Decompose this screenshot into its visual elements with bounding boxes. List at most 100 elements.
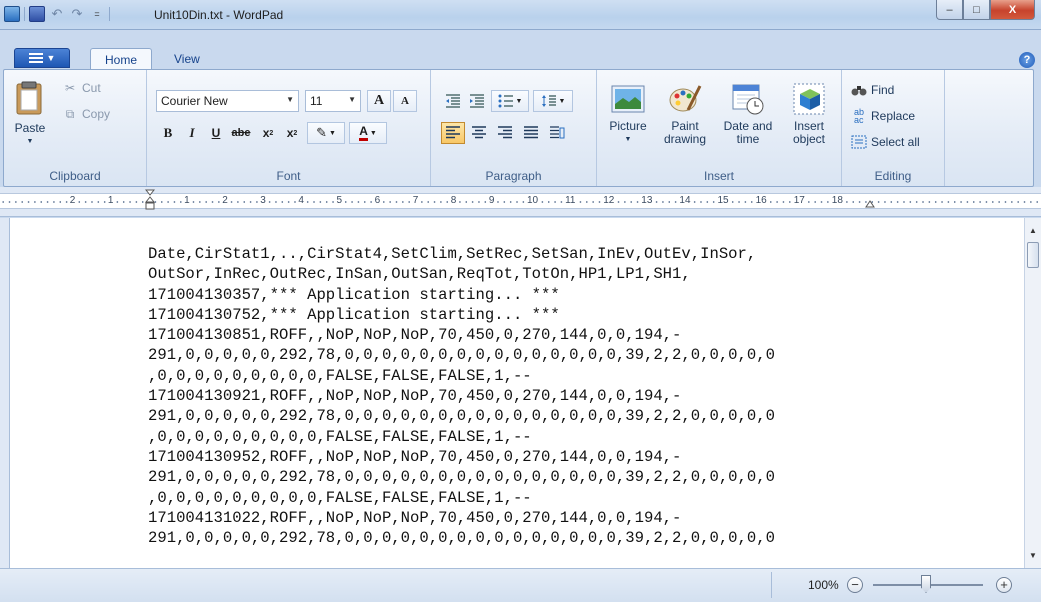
tab-view[interactable]: View — [160, 48, 214, 70]
ruler-number: 2 — [221, 194, 229, 208]
document-line[interactable]: 171004131022,ROFF,,NoP,NoP,NoP,70,450,0,… — [148, 508, 775, 528]
italic-button[interactable]: I — [180, 122, 204, 144]
bold-button[interactable]: B — [156, 122, 180, 144]
scroll-thumb[interactable] — [1027, 242, 1039, 268]
indent-marker-icon[interactable] — [145, 189, 155, 211]
align-right-icon[interactable] — [493, 122, 517, 144]
ruler-number: 18 — [830, 194, 844, 208]
document-line[interactable]: 171004130752,*** Application starting...… — [148, 305, 775, 325]
grow-font-button[interactable]: A — [367, 90, 391, 112]
font-family-select[interactable]: Courier New ▼ — [156, 90, 299, 112]
select-all-button[interactable]: Select all — [851, 134, 920, 150]
window-title: Unit10Din.txt - WordPad — [154, 8, 284, 22]
bullets-icon — [498, 94, 513, 108]
insert-object-label: Insert object — [792, 119, 826, 146]
strikethrough-button[interactable]: abe — [228, 122, 254, 144]
document-line[interactable]: ,0,0,0,0,0,0,0,0,0,FALSE,FALSE,FALSE,1,-… — [148, 427, 775, 447]
status-bar: 100% − + — [0, 568, 1041, 602]
paint-drawing-button[interactable]: Paint drawing — [657, 82, 713, 146]
cut-button[interactable]: ✂ Cut — [62, 80, 101, 96]
scroll-up-icon[interactable]: ▲ — [1025, 222, 1041, 239]
ruler-number: 1 — [106, 194, 115, 208]
qat-separator — [24, 7, 25, 21]
select-all-label: Select all — [871, 135, 920, 149]
scroll-down-icon[interactable]: ▼ — [1025, 547, 1041, 564]
qat-separator — [109, 7, 110, 21]
document-area[interactable]: Date,CirStat1,..,CirStat4,SetClim,SetRec… — [9, 218, 1024, 568]
close-button[interactable]: X — [990, 0, 1035, 20]
customize-qat-icon[interactable]: = — [89, 6, 105, 22]
maximize-button[interactable]: □ — [963, 0, 990, 20]
subscript-button[interactable]: x2 — [256, 122, 280, 144]
picture-button[interactable]: Picture ▼ — [603, 82, 653, 146]
copy-label: Copy — [82, 107, 111, 121]
ruler-number: 9 — [487, 194, 496, 208]
insert-object-button[interactable]: Insert object — [783, 82, 835, 146]
zoom-percentage[interactable]: 100% — [808, 578, 839, 592]
highlight-color-button[interactable]: ✎ ▼ — [307, 122, 345, 144]
zoom-out-icon[interactable]: − — [847, 577, 863, 593]
paragraph-group-label: Paragraph — [485, 169, 542, 183]
underline-button[interactable]: U — [204, 122, 228, 144]
ruler-number: 8 — [449, 194, 458, 208]
ruler-number: 13 — [640, 194, 654, 208]
paste-button[interactable]: Paste ▼ — [10, 80, 50, 148]
document-line[interactable]: 291,0,0,0,0,0,292,78,0,0,0,0,0,0,0,0,0,0… — [148, 467, 775, 487]
document-line[interactable]: 171004130952,ROFF,,NoP,NoP,NoP,70,450,0,… — [148, 447, 775, 467]
bullets-button[interactable]: ▼ — [491, 90, 529, 112]
document-line[interactable]: 291,0,0,0,0,0,292,78,0,0,0,0,0,0,0,0,0,0… — [148, 345, 775, 365]
tab-home[interactable]: Home — [90, 48, 153, 70]
ruler-number: 15 — [716, 194, 730, 208]
chevron-down-icon: ▼ — [286, 95, 294, 104]
line-spacing-button[interactable]: ▼ — [533, 90, 573, 112]
font-size-select[interactable]: 11 ▼ — [305, 90, 361, 112]
object-cube-icon — [793, 83, 825, 115]
document-line[interactable]: 171004130921,ROFF,,NoP,NoP,NoP,70,450,0,… — [148, 386, 775, 406]
app-icon[interactable] — [4, 6, 20, 22]
ruler-number: 17 — [792, 194, 806, 208]
justify-icon[interactable] — [519, 122, 543, 144]
find-button[interactable]: Find — [851, 82, 894, 98]
document-line[interactable]: ,0,0,0,0,0,0,0,0,0,FALSE,FALSE,FALSE,1,-… — [148, 366, 775, 386]
menu-icon — [28, 53, 43, 63]
date-time-button[interactable]: Date and time — [717, 82, 779, 146]
shrink-font-button[interactable]: A — [393, 90, 417, 112]
document-line[interactable]: Date,CirStat1,..,CirStat4,SetClim,SetRec… — [148, 244, 775, 264]
document-line[interactable]: 291,0,0,0,0,0,292,78,0,0,0,0,0,0,0,0,0,0… — [148, 406, 775, 426]
increase-indent-icon[interactable] — [465, 90, 489, 112]
superscript-button[interactable]: x2 — [280, 122, 304, 144]
align-left-icon[interactable] — [441, 122, 465, 144]
redo-icon[interactable]: ↷ — [69, 6, 85, 22]
superscript-label: x — [286, 126, 294, 140]
ruler-number: 14 — [678, 194, 692, 208]
document-line[interactable]: 291,0,0,0,0,0,292,78,0,0,0,0,0,0,0,0,0,0… — [148, 528, 775, 548]
document-line[interactable]: 171004130357,*** Application starting...… — [148, 285, 775, 305]
replace-button[interactable]: ab ac Replace — [851, 108, 915, 125]
right-indent-marker-icon[interactable] — [865, 189, 875, 211]
minimize-button[interactable]: – — [936, 0, 963, 20]
decrease-indent-icon[interactable] — [441, 90, 465, 112]
undo-icon[interactable]: ↶ — [49, 6, 65, 22]
ruler-number: 1 — [183, 194, 191, 208]
ruler[interactable]: 2 1 1 2 3 4 5 6 7 8 9 10 11 12 13 14 15 16 17 18 — [0, 193, 1041, 209]
font-color-button[interactable]: A ▼ — [349, 122, 387, 144]
save-icon[interactable] — [29, 6, 45, 22]
ribbon: Paste ▼ ✂ Cut ⧉ Copy Clipboard Courier N… — [3, 69, 1034, 187]
application-menu-button[interactable]: ▼ — [14, 48, 70, 68]
document-line[interactable]: 171004130851,ROFF,,NoP,NoP,NoP,70,450,0,… — [148, 325, 775, 345]
document-text[interactable]: Date,CirStat1,..,CirStat4,SetClim,SetRec… — [148, 244, 775, 548]
help-icon[interactable]: ? — [1019, 52, 1035, 68]
zoom-slider-thumb[interactable] — [921, 575, 931, 593]
chevron-down-icon: ▼ — [558, 97, 566, 105]
paint-drawing-label: Paint drawing — [663, 119, 707, 146]
ruler-number: 16 — [754, 194, 768, 208]
align-center-icon[interactable] — [467, 122, 491, 144]
zoom-in-icon[interactable]: + — [996, 577, 1012, 593]
copy-button[interactable]: ⧉ Copy — [62, 106, 110, 122]
document-line[interactable]: ,0,0,0,0,0,0,0,0,0,FALSE,FALSE,FALSE,1,-… — [148, 488, 775, 508]
document-line[interactable]: OutSor,InRec,OutRec,InSan,OutSan,ReqTot,… — [148, 264, 775, 284]
paragraph-dialog-icon[interactable] — [545, 122, 569, 144]
insert-group-label: Insert — [703, 169, 734, 183]
vertical-scrollbar[interactable]: ▲ ▼ — [1024, 218, 1041, 568]
chevron-down-icon: ▼ — [26, 138, 34, 145]
